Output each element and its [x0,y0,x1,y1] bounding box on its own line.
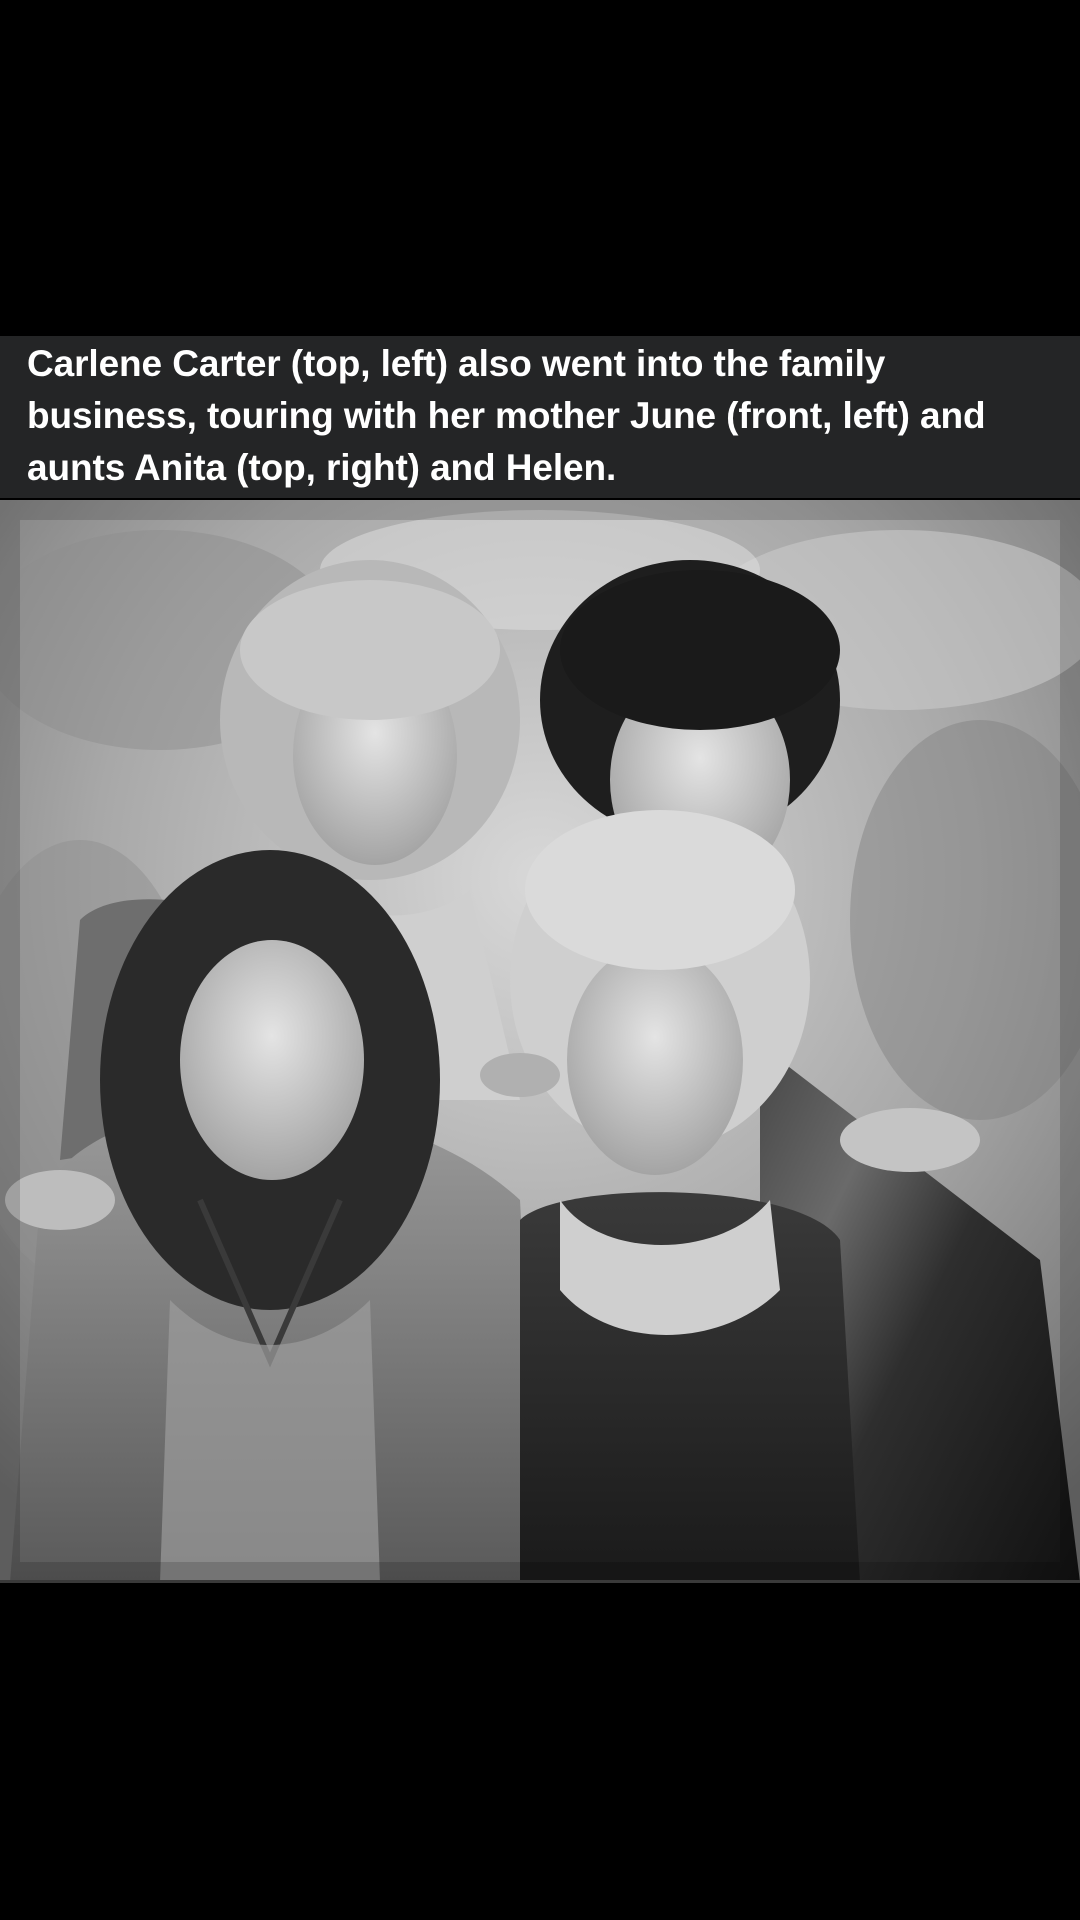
photo-bottom-edge [0,1580,1080,1583]
group-portrait-image [0,500,1080,1582]
post-photo[interactable] [0,500,1080,1582]
caption-bar: Carlene Carter (top, left) also went int… [0,336,1080,498]
post-viewer: Carlene Carter (top, left) also went int… [0,0,1080,1920]
post-caption: Carlene Carter (top, left) also went int… [27,343,986,488]
